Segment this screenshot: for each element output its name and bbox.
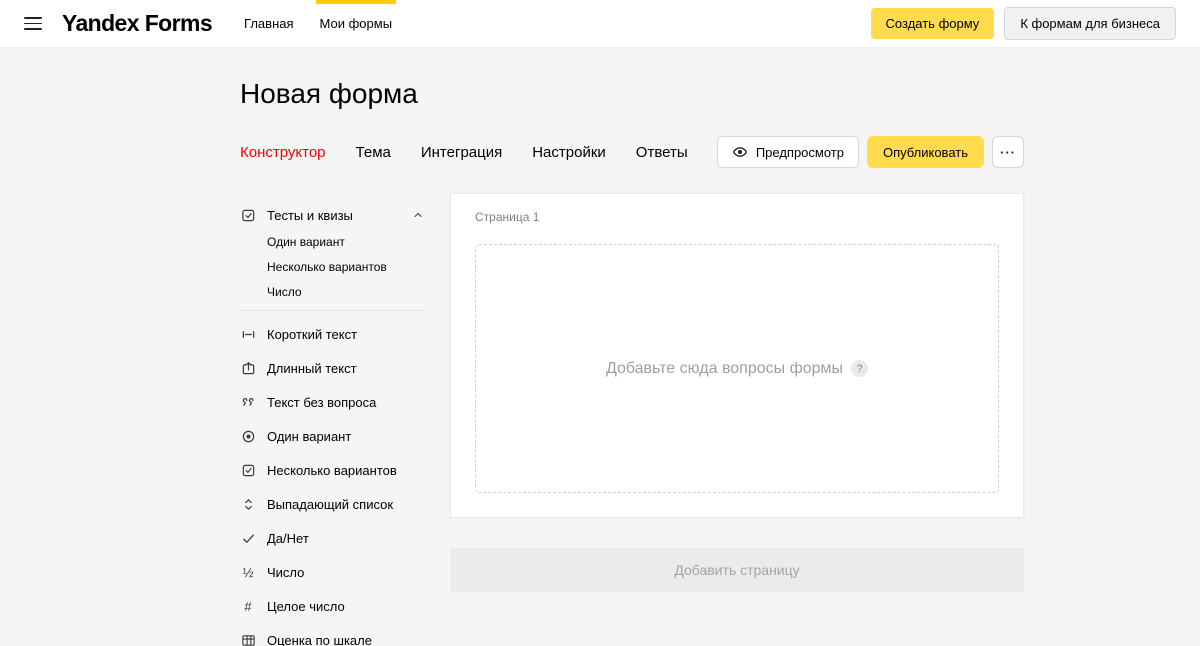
sidebar-item-label: Число [267,564,305,580]
sidebar-item-label: Длинный текст [267,360,357,376]
chevron-up-icon [412,209,424,221]
sidebar-item-label: Оценка по шкале [267,632,372,646]
sidebar-item-short-text[interactable]: Короткий текст [240,317,450,351]
sidebar-item-single-choice[interactable]: Один вариант [240,419,450,453]
sidebar-item-long-text[interactable]: Длинный текст [240,351,450,385]
sidebar-item-label: Один вариант [267,428,352,444]
preview-button[interactable]: Предпросмотр [716,136,859,168]
nav-item-my-forms[interactable]: Мои формы [315,0,396,48]
menu-icon[interactable] [24,17,42,30]
tabs: Конструктор Тема Интеграция Настройки От… [240,144,688,161]
hash-icon: # [244,598,252,614]
quote-icon [240,394,256,410]
publish-button[interactable]: Опубликовать [866,136,984,168]
sidebar-group-children: Один вариант Несколько вариантов Число [240,229,450,304]
form-canvas-column: Страница 1 Добавьте сюда вопросы формы ?… [450,193,1024,592]
sidebar-subitem-single-choice[interactable]: Один вариант [240,229,450,254]
page-title: Новая форма [240,78,418,109]
sidebar-item-text-no-question[interactable]: Текст без вопроса [240,385,450,419]
sidebar-item-multi-choice[interactable]: Несколько вариантов [240,453,450,487]
sidebar-item-scale-rating[interactable]: Оценка по шкале [240,623,450,646]
sidebar-item-label: Короткий текст [267,326,358,342]
questions-dropzone[interactable]: Добавьте сюда вопросы формы ? [475,244,999,493]
radio-icon [240,428,256,444]
sidebar-subitem-multi-choice[interactable]: Несколько вариантов [240,254,450,279]
sidebar-item-label: Текст без вопроса [267,394,377,410]
nav-item-main[interactable]: Главная [242,0,295,48]
long-text-icon [240,360,256,376]
page-label: Страница 1 [475,210,540,224]
tabs-row: Конструктор Тема Интеграция Настройки От… [240,136,1024,168]
yandex-forms-app: Yandex Forms Главная Мои формы Создать ф… [0,0,1200,646]
tab-settings[interactable]: Настройки [532,144,606,161]
scale-icon [240,632,256,646]
sidebar-group-label: Тесты и квизы [267,207,353,223]
sidebar-item-dropdown[interactable]: Выпадающий список [240,487,450,521]
more-actions-button[interactable]: ··· [992,136,1024,168]
create-form-button[interactable]: Создать форму [870,8,995,39]
quiz-icon [240,207,256,223]
sidebar-subitem-number[interactable]: Число [240,279,450,304]
tab-answers[interactable]: Ответы [636,144,688,161]
dropzone-placeholder: Добавьте сюда вопросы формы [605,359,844,377]
sidebar-item-label: Целое число [267,598,345,614]
tab-theme[interactable]: Тема [356,144,391,161]
sidebar-item-integer[interactable]: # Целое число [240,589,450,623]
nav-item-label: Мои формы [319,16,393,31]
tab-integration[interactable]: Интеграция [421,144,502,161]
dropdown-icon [240,496,256,512]
sidebar-item-yes-no[interactable]: Да/Нет [240,521,450,555]
top-header: Yandex Forms Главная Мои формы Создать ф… [0,0,1200,48]
checkbox-icon [240,462,256,478]
check-icon [240,530,256,546]
short-text-icon [240,326,256,342]
sidebar-item-number[interactable]: ½ Число [240,555,450,589]
add-page-button[interactable]: Добавить страницу [450,548,1024,592]
header-nav: Главная Мои формы [242,0,416,48]
logo[interactable]: Yandex Forms [62,10,213,37]
sidebar-item-label: Несколько вариантов [267,462,397,478]
preview-button-label: Предпросмотр [755,144,844,160]
business-forms-button[interactable]: К формам для бизнеса [1004,7,1176,40]
form-actions: Предпросмотр Опубликовать ··· [716,136,1024,168]
sidebar-group-quizzes[interactable]: Тесты и квизы [240,201,424,229]
tab-constructor[interactable]: Конструктор [240,144,326,161]
form-builder: Тесты и квизы Один вариант Несколько вар… [240,193,1024,646]
sidebar-item-label: Да/Нет [267,530,309,546]
eye-icon [732,144,748,160]
question-types-sidebar: Тесты и квизы Один вариант Несколько вар… [240,193,450,646]
sidebar-item-label: Выпадающий список [267,496,394,512]
fraction-icon: ½ [242,564,254,580]
sidebar-divider [240,310,424,311]
form-page-card: Страница 1 Добавьте сюда вопросы формы ? [450,193,1024,518]
main-content: Новая форма Конструктор Тема Интеграция … [240,78,1024,646]
help-icon[interactable]: ? [851,360,869,377]
nav-item-label: Главная [244,16,294,31]
